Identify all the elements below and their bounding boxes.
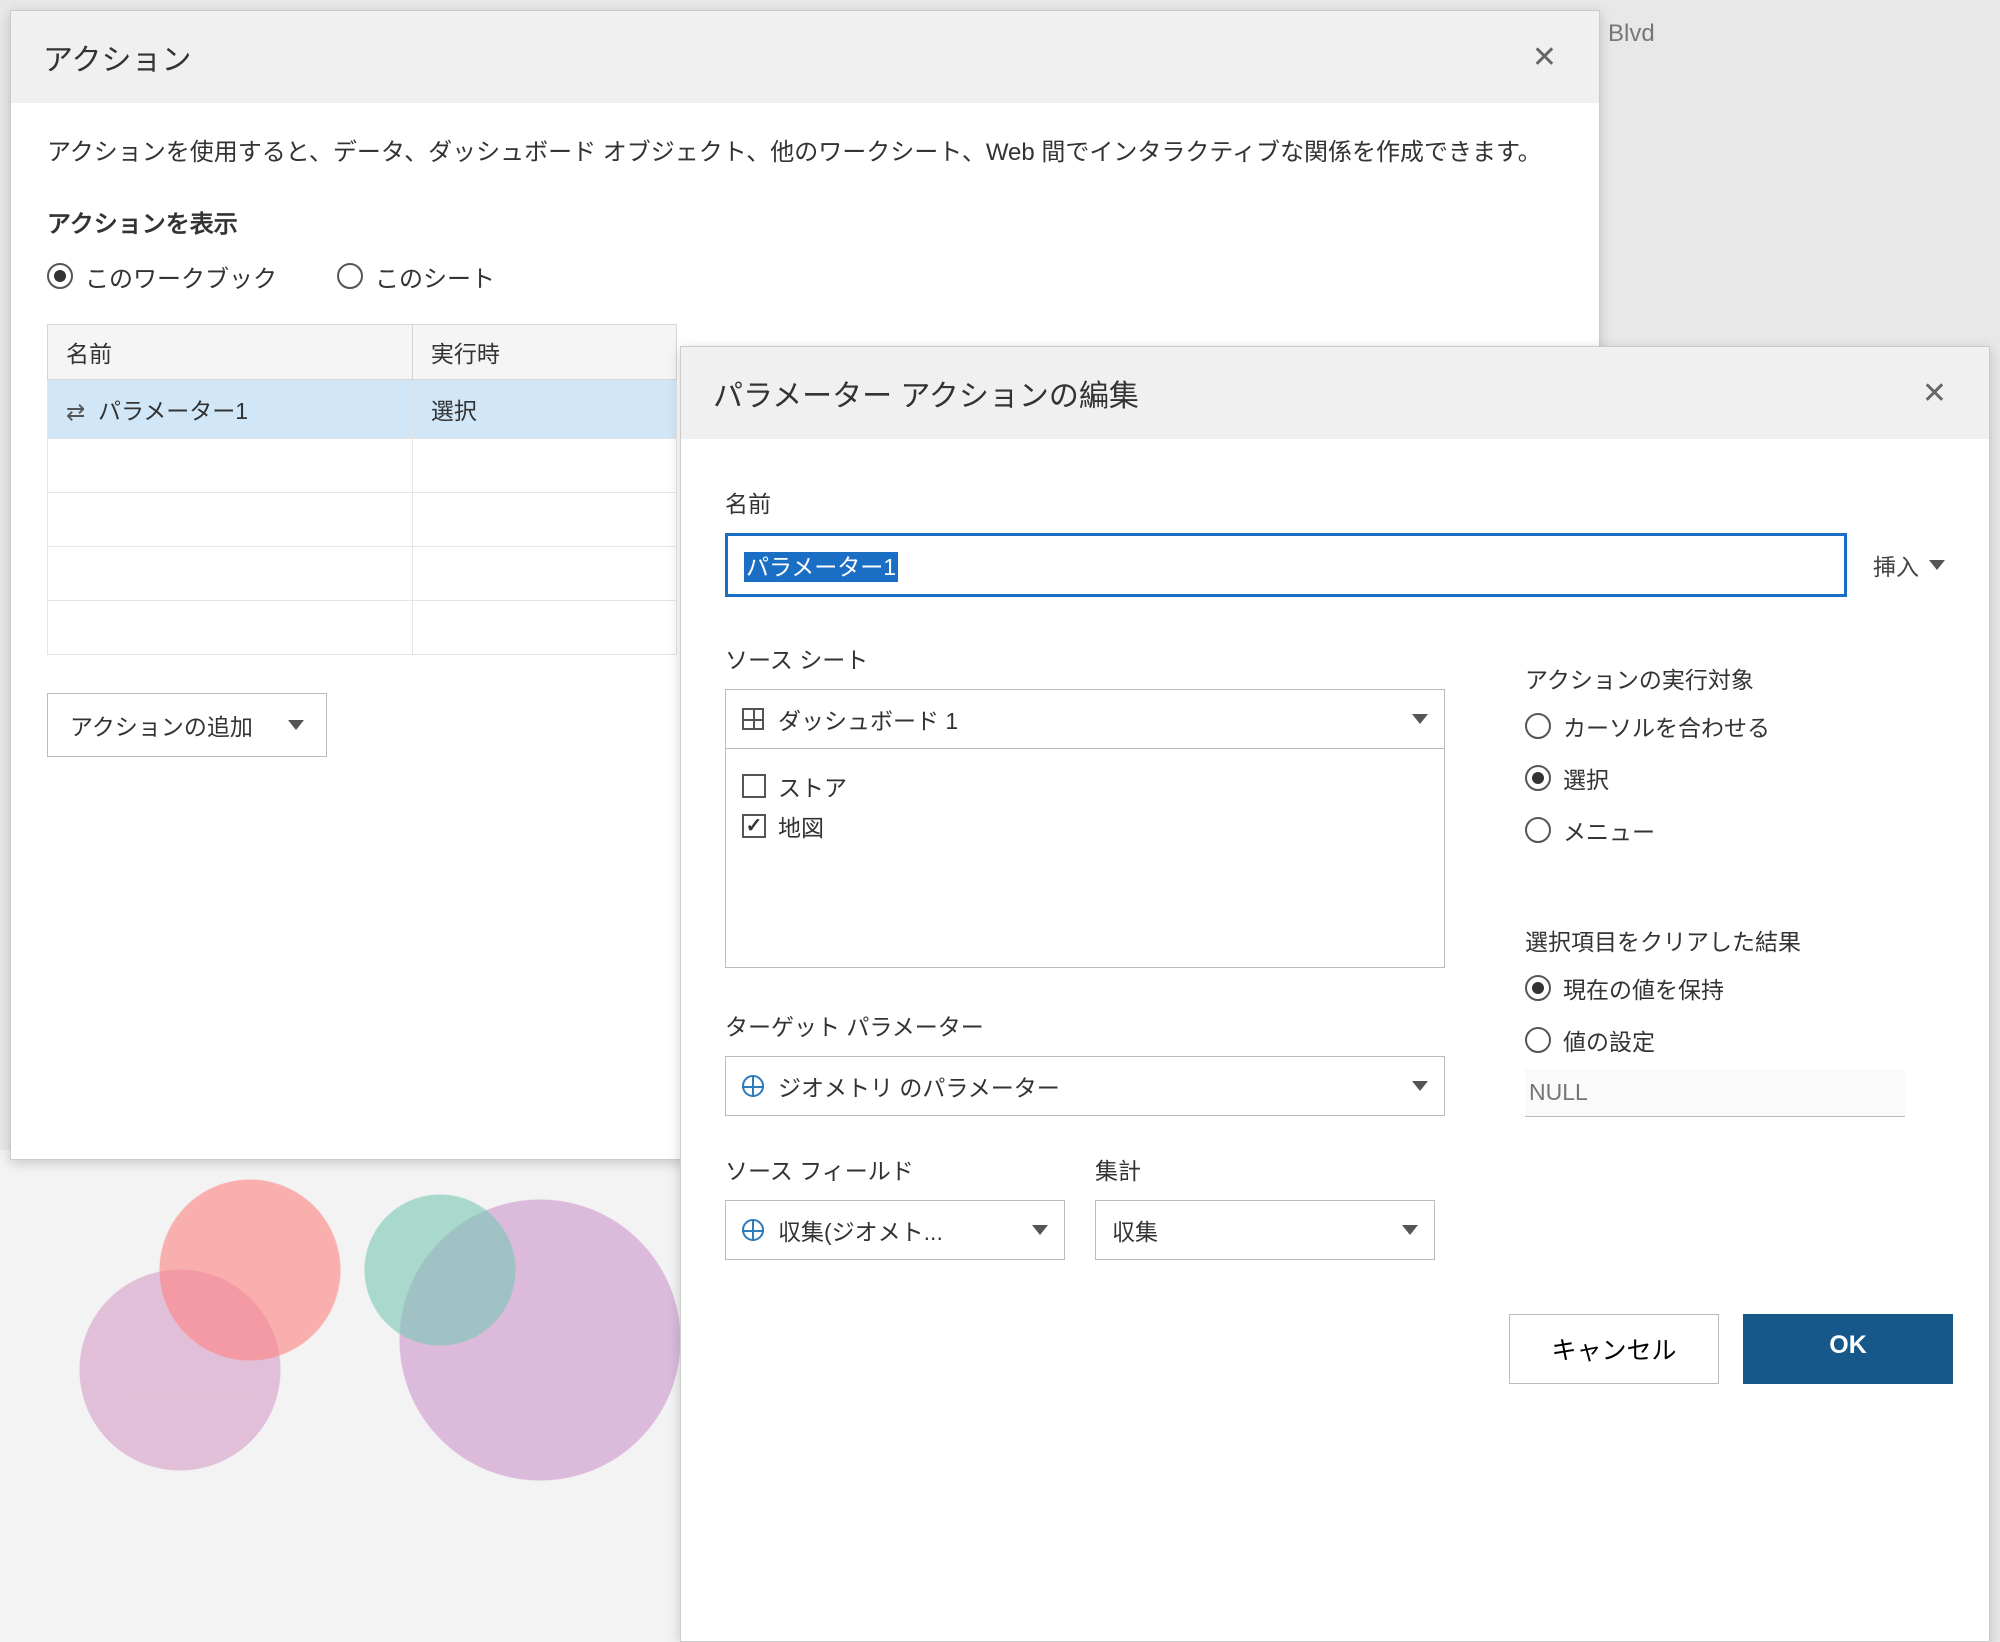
name-label: 名前 bbox=[725, 485, 1945, 519]
insert-label: 挿入 bbox=[1873, 548, 1919, 582]
clear-set-radio[interactable]: 値の設定 bbox=[1525, 1023, 1945, 1057]
run-on-hover-label: カーソルを合わせる bbox=[1563, 709, 1770, 743]
actions-dialog-header: アクション ✕ bbox=[11, 11, 1599, 103]
show-actions-label: アクションを表示 bbox=[47, 204, 1563, 239]
parameter-icon: ⇄ bbox=[66, 399, 90, 426]
source-dashboard-select[interactable]: ダッシュボード 1 bbox=[725, 689, 1445, 749]
checkbox-icon bbox=[742, 774, 766, 798]
source-dashboard-value: ダッシュボード 1 bbox=[778, 702, 958, 736]
action-name-text: パラメーター1 bbox=[744, 552, 898, 582]
source-field-value: 収集(ジオメト... bbox=[778, 1213, 943, 1247]
col-runon: 実行時 bbox=[412, 324, 676, 379]
aggregation-select[interactable]: 収集 bbox=[1095, 1200, 1435, 1260]
scope-workbook-label: このワークブック bbox=[85, 259, 277, 294]
scope-workbook-radio[interactable]: このワークブック bbox=[47, 259, 277, 294]
aggregation-label: 集計 bbox=[1095, 1152, 1435, 1186]
cancel-button[interactable]: キャンセル bbox=[1509, 1314, 1719, 1384]
chevron-down-icon bbox=[1032, 1225, 1048, 1235]
run-on-label: アクションの実行対象 bbox=[1525, 661, 1945, 695]
clear-selection-label: 選択項目をクリアした結果 bbox=[1525, 923, 1945, 957]
close-icon[interactable]: ✕ bbox=[1522, 36, 1567, 79]
chevron-down-icon bbox=[1402, 1225, 1418, 1235]
actions-table: 名前 実行時 ⇄ パラメーター1 選択 bbox=[47, 324, 677, 655]
add-action-button[interactable]: アクションの追加 bbox=[47, 693, 327, 757]
dashboard-icon bbox=[742, 708, 764, 730]
run-on-hover-radio[interactable]: カーソルを合わせる bbox=[1525, 709, 1945, 743]
radio-dot-icon bbox=[1525, 975, 1551, 1001]
chevron-down-icon bbox=[1929, 560, 1945, 570]
scope-sheet-radio[interactable]: このシート bbox=[337, 259, 495, 294]
sheet-label: ストア bbox=[778, 769, 847, 803]
sheet-checkbox-map[interactable]: 地図 bbox=[742, 809, 1428, 843]
radio-dot-icon bbox=[1525, 1027, 1551, 1053]
radio-dot-icon bbox=[337, 263, 363, 289]
table-row[interactable] bbox=[48, 547, 677, 601]
run-on-menu-radio[interactable]: メニュー bbox=[1525, 813, 1945, 847]
table-row[interactable] bbox=[48, 439, 677, 493]
edit-parameter-action-dialog: パラメーター アクションの編集 ✕ 名前 パラメーター1 挿入 ソース シート … bbox=[680, 346, 1990, 1642]
add-action-label: アクションの追加 bbox=[70, 708, 253, 742]
clear-keep-radio[interactable]: 現在の値を保持 bbox=[1525, 971, 1945, 1005]
sheet-label: 地図 bbox=[778, 809, 824, 843]
radio-dot-icon bbox=[1525, 817, 1551, 843]
target-parameter-label: ターゲット パラメーター bbox=[725, 1008, 1469, 1042]
chevron-down-icon bbox=[288, 720, 304, 730]
source-sheets-label: ソース シート bbox=[725, 641, 1469, 675]
actions-dialog-title: アクション bbox=[43, 35, 192, 79]
radio-dot-icon bbox=[47, 263, 73, 289]
source-sheet-list: ストア 地図 bbox=[725, 748, 1445, 968]
run-on-select-label: 選択 bbox=[1563, 761, 1609, 795]
clear-keep-label: 現在の値を保持 bbox=[1563, 971, 1724, 1005]
chevron-down-icon bbox=[1412, 714, 1428, 724]
action-name-input[interactable]: パラメーター1 bbox=[725, 533, 1847, 597]
edit-dialog-footer: キャンセル OK bbox=[681, 1288, 1989, 1410]
source-field-select[interactable]: 収集(ジオメト... bbox=[725, 1200, 1065, 1260]
run-on-menu-label: メニュー bbox=[1563, 813, 1655, 847]
source-field-label: ソース フィールド bbox=[725, 1152, 1065, 1186]
aggregation-value: 収集 bbox=[1112, 1213, 1158, 1247]
edit-dialog-header: パラメーター アクションの編集 ✕ bbox=[681, 347, 1989, 439]
close-icon[interactable]: ✕ bbox=[1912, 372, 1957, 415]
target-parameter-select[interactable]: ジオメトリ のパラメーター bbox=[725, 1056, 1445, 1116]
table-row[interactable]: ⇄ パラメーター1 選択 bbox=[48, 379, 677, 438]
actions-table-header: 名前 実行時 bbox=[48, 324, 677, 379]
globe-icon bbox=[742, 1075, 764, 1097]
edit-dialog-title: パラメーター アクションの編集 bbox=[713, 371, 1139, 415]
clear-set-value-input bbox=[1525, 1069, 1905, 1117]
radio-dot-icon bbox=[1525, 765, 1551, 791]
target-parameter-value: ジオメトリ のパラメーター bbox=[778, 1069, 1060, 1103]
ok-button[interactable]: OK bbox=[1743, 1314, 1953, 1384]
table-row[interactable] bbox=[48, 493, 677, 547]
radio-dot-icon bbox=[1525, 713, 1551, 739]
sheet-checkbox-store[interactable]: ストア bbox=[742, 769, 1428, 803]
actions-description: アクションを使用すると、データ、ダッシュボード オブジェクト、他のワークシート、… bbox=[47, 133, 1563, 174]
row-runon: 選択 bbox=[412, 379, 676, 438]
table-row[interactable] bbox=[48, 601, 677, 655]
row-name: パラメーター1 bbox=[98, 398, 248, 424]
col-name: 名前 bbox=[48, 324, 413, 379]
globe-icon bbox=[742, 1219, 764, 1241]
checkbox-icon bbox=[742, 814, 766, 838]
background-street-label: Blvd bbox=[1608, 20, 1655, 48]
insert-button[interactable]: 挿入 bbox=[1873, 548, 1945, 582]
run-on-select-radio[interactable]: 選択 bbox=[1525, 761, 1945, 795]
scope-sheet-label: このシート bbox=[375, 259, 495, 294]
chevron-down-icon bbox=[1412, 1081, 1428, 1091]
background-map bbox=[0, 1150, 680, 1642]
clear-set-label: 値の設定 bbox=[1563, 1023, 1655, 1057]
